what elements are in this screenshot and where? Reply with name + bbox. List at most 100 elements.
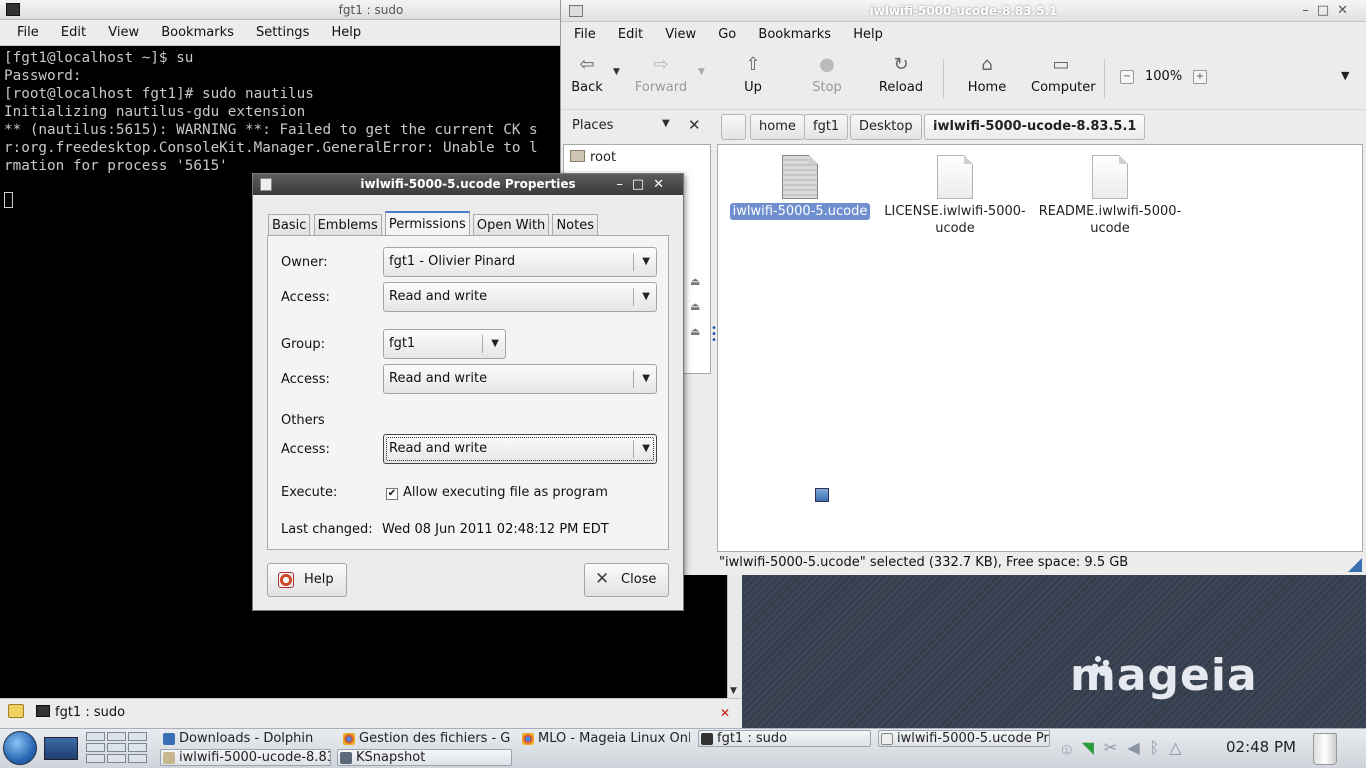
pager-desktop[interactable]: [86, 743, 105, 752]
wifi-icon[interactable]: ◥: [1082, 738, 1104, 757]
close-sidebar-icon[interactable]: ✕: [688, 116, 701, 134]
menu-edit[interactable]: Edit: [609, 22, 652, 48]
pager-desktop[interactable]: [128, 743, 147, 752]
pager-desktop[interactable]: [86, 732, 105, 741]
forward-history-icon[interactable]: ▼: [698, 67, 705, 77]
group-access-select[interactable]: Read and write ▼: [383, 364, 657, 394]
terminal-icon: [6, 3, 20, 16]
file-item[interactable]: README.iwlwifi-5000-ucode: [1035, 145, 1185, 237]
menu-help[interactable]: Help: [322, 20, 370, 46]
menu-go[interactable]: Go: [709, 22, 745, 48]
window-controls[interactable]: –□✕: [1302, 0, 1356, 22]
up-arrow-icon: ⇧: [745, 54, 761, 75]
terminal-line: [root@localhost fgt1]# sudo nautilus: [4, 86, 314, 102]
menu-edit[interactable]: Edit: [52, 20, 95, 46]
file-name: LICENSE.iwlwifi-5000-ucode: [884, 204, 1026, 236]
computer-button[interactable]: ▭ Computer: [1031, 53, 1096, 95]
resize-grip-icon[interactable]: [1348, 558, 1362, 572]
tab-emblems[interactable]: Emblems: [313, 214, 382, 237]
bluetooth-icon[interactable]: ᛒ: [1150, 738, 1170, 757]
places-dropdown-icon[interactable]: ▼: [662, 118, 670, 129]
path-toggle-icon[interactable]: [721, 114, 746, 140]
back-button[interactable]: ⇦ Back: [557, 53, 617, 95]
tab-basic[interactable]: Basic: [268, 214, 311, 237]
reload-button[interactable]: ↻ Reload: [871, 53, 931, 95]
application-launcher-icon[interactable]: [3, 731, 37, 765]
owner-select[interactable]: fgt1 - Olivier Pinard ▼: [383, 247, 657, 277]
desktop-wallpaper: [740, 575, 1366, 728]
menu-view[interactable]: View: [99, 20, 148, 46]
help-button[interactable]: Help: [267, 563, 347, 597]
volume-icon[interactable]: ◀: [1127, 738, 1149, 757]
breadcrumb-fgt1[interactable]: fgt1: [804, 114, 849, 140]
taskbar-task[interactable]: KSnapshot: [337, 749, 512, 766]
sidebar-item-root[interactable]: root: [570, 150, 616, 165]
close-tab-icon[interactable]: ✕: [720, 706, 730, 720]
file-manager-titlebar[interactable]: iwlwifi-5000-ucode-8.83.5.1 –□✕: [561, 0, 1366, 22]
zoom-out-icon[interactable]: −: [1120, 70, 1134, 84]
taskbar-task[interactable]: iwlwifi-5000-ucode-8.83: [160, 749, 331, 766]
tab-permissions[interactable]: Permissions: [384, 211, 470, 237]
execute-checkbox[interactable]: ✔: [386, 488, 398, 500]
menu-bookmarks[interactable]: Bookmarks: [749, 22, 840, 48]
tab-notes[interactable]: Notes: [552, 214, 598, 237]
execute-checkbox-label[interactable]: Allow executing file as program: [403, 485, 608, 500]
info-icon[interactable]: ⓘ: [1062, 738, 1082, 757]
back-history-icon[interactable]: ▼: [613, 67, 620, 77]
terminal-tab[interactable]: fgt1 : sudo: [55, 704, 125, 722]
menu-view[interactable]: View: [656, 22, 705, 48]
eject-icon[interactable]: ⏏: [690, 275, 700, 288]
dialog-titlebar[interactable]: iwlwifi-5000-5.ucode Properties –□✕: [253, 174, 683, 195]
clipboard-icon[interactable]: ✂: [1104, 738, 1127, 757]
new-tab-icon[interactable]: [8, 704, 24, 718]
others-access-select[interactable]: Read and write ▼: [383, 434, 657, 464]
stop-button[interactable]: ● Stop: [797, 53, 857, 95]
notifications-icon[interactable]: △: [1169, 738, 1191, 757]
file-item[interactable]: iwlwifi-5000-5.ucode: [725, 145, 875, 220]
taskbar-task[interactable]: iwlwifi-5000-5.ucode Pr: [878, 730, 1050, 747]
breadcrumb-home[interactable]: home: [750, 114, 805, 140]
close-button[interactable]: ✕ Close: [584, 563, 670, 597]
taskbar-task[interactable]: Downloads - Dolphin: [160, 730, 335, 747]
terminal-line: Password:: [4, 68, 82, 84]
trash-icon[interactable]: [1313, 733, 1337, 765]
pager-desktop[interactable]: [107, 732, 126, 741]
group-access-value: Read and write: [389, 371, 488, 386]
menu-help[interactable]: Help: [844, 22, 892, 48]
pager-desktop[interactable]: [128, 754, 147, 763]
chevron-down-icon: ▼: [642, 291, 650, 302]
pager-desktop[interactable]: [107, 754, 126, 763]
breadcrumb-current[interactable]: iwlwifi-5000-ucode-8.83.5.1: [924, 114, 1146, 140]
clock[interactable]: 02:48 PM: [1226, 738, 1296, 756]
tab-open-with[interactable]: Open With: [472, 214, 550, 237]
up-button[interactable]: ⇧ Up: [723, 53, 783, 95]
show-desktop-icon[interactable]: [44, 737, 78, 760]
file-manager-menubar: File Edit View Go Bookmarks Help: [561, 22, 1366, 49]
owner-access-select[interactable]: Read and write ▼: [383, 282, 657, 312]
taskbar-task[interactable]: fgt1 : sudo: [698, 730, 871, 747]
toolbar-overflow-icon[interactable]: ▼: [1341, 69, 1349, 82]
file-item[interactable]: LICENSE.iwlwifi-5000-ucode: [880, 145, 1030, 237]
task-label: Gestion des fichiers - G: [359, 731, 511, 746]
menu-settings[interactable]: Settings: [247, 20, 318, 46]
taskbar-task[interactable]: Gestion des fichiers - G: [340, 730, 512, 747]
taskbar-task[interactable]: MLO - Mageia Linux Onl: [519, 730, 691, 747]
zoom-in-icon[interactable]: +: [1193, 70, 1207, 84]
properties-dialog[interactable]: iwlwifi-5000-5.ucode Properties –□✕ Basi…: [252, 173, 684, 611]
pager-desktop[interactable]: [128, 732, 147, 741]
breadcrumb-desktop[interactable]: Desktop: [850, 114, 922, 140]
eject-icon[interactable]: ⏏: [690, 325, 700, 338]
menu-file[interactable]: File: [8, 20, 48, 46]
scroll-down-icon[interactable]: ▼: [730, 686, 737, 696]
eject-icon[interactable]: ⏏: [690, 300, 700, 313]
file-view[interactable]: iwlwifi-5000-5.ucode LICENSE.iwlwifi-500…: [717, 144, 1363, 552]
group-select[interactable]: fgt1 ▼: [383, 329, 506, 359]
window-controls[interactable]: –□✕: [616, 174, 673, 195]
forward-button[interactable]: ⇨ Forward: [631, 53, 691, 95]
menu-file[interactable]: File: [565, 22, 605, 48]
menu-bookmarks[interactable]: Bookmarks: [152, 20, 243, 46]
home-button[interactable]: ⌂ Home: [957, 53, 1017, 95]
desktop-pager[interactable]: [86, 732, 148, 766]
pager-desktop[interactable]: [107, 743, 126, 752]
pager-desktop[interactable]: [86, 754, 105, 763]
